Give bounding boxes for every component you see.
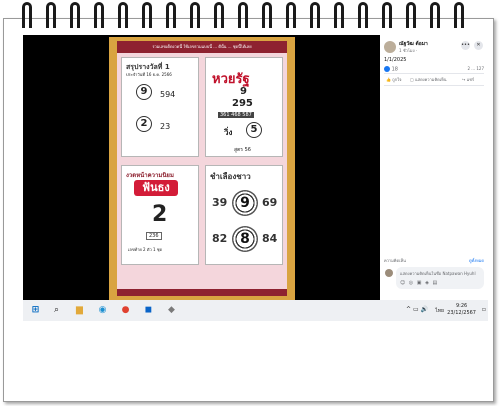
video-player[interactable]: รวมเลขเด็ดงวดนี้ ใช้เลขรวมแบบนี้ ... ดีน… <box>23 35 380 300</box>
small-number: 236 <box>146 232 162 240</box>
search-icon[interactable]: ⌕ <box>50 304 63 317</box>
ring-icon <box>190 2 200 28</box>
divider <box>384 85 484 86</box>
card-summary: สรุปรางวัลที่ 1 ประจำวันที่ 16 ธ.ค. 2566… <box>121 57 199 157</box>
language-indicator[interactable]: ไทย <box>435 307 444 315</box>
poster-body: รวมเลขเด็ดงวดนี้ ใช้เลขรวมแบบนี้ ... ดีน… <box>117 41 287 296</box>
close-icon[interactable]: ✕ <box>474 41 483 50</box>
more-options-icon[interactable]: ••• <box>461 41 470 50</box>
number-left: 82 <box>212 232 228 245</box>
file-explorer-icon[interactable]: ▆ <box>73 304 86 317</box>
ring-icon <box>358 2 368 28</box>
side-label: วิ่ง <box>224 128 233 137</box>
sun-number: 9 <box>232 190 258 216</box>
screenshot: รวมเลขเด็ดงวดนี้ ใช้เลขรวมแบบนี้ ... ดีน… <box>23 35 488 321</box>
app-icon[interactable]: ◆ <box>165 304 178 317</box>
reactions[interactable]: 18 <box>384 66 398 73</box>
ring-icon <box>118 2 128 28</box>
card-glance: ชำเลืองชาว 39 9 69 82 8 84 <box>205 165 283 265</box>
number-circle: 5 <box>246 122 262 138</box>
ring-icon <box>310 2 320 28</box>
taskbar: ⊞ ⌕ ▆ ◉ ● ◼ ◆ ^ ▭ 🔊 ไทย 9:26 23/12/2567 … <box>23 300 488 321</box>
ring-icon <box>94 2 104 28</box>
ring-icon <box>70 2 80 28</box>
comment-placeholder: แสดงความคิดเห็นในชื่อ Natpawan Hyuhl <box>400 271 476 276</box>
tray-arrow-icon[interactable]: ^ <box>406 306 411 313</box>
card-popular: งวดหน้าความนิยม ฟันธง 2 236 เลขท้าย 2 ตั… <box>121 165 199 265</box>
system-tray[interactable]: ^ ▭ 🔊 <box>406 306 428 313</box>
ring-icon <box>262 2 272 28</box>
ring-icon <box>406 2 416 28</box>
clock-date: 23/12/2567 <box>447 310 476 316</box>
comment-tools[interactable]: ☺ ◎ ▣ ◈ ▤ <box>400 280 438 286</box>
card-date: ประจำวันที่ 16 ธ.ค. 2566 <box>126 72 172 77</box>
avatar <box>385 269 393 277</box>
like-icon <box>384 66 390 72</box>
ring-icon <box>142 2 152 28</box>
post-meta: 1 ชั่วโมง · <box>399 48 418 53</box>
comments-heading[interactable]: ความคิดเห็น <box>384 257 406 264</box>
card-footnote: สูตร 56 <box>234 147 251 153</box>
edge-icon[interactable]: ◉ <box>96 304 109 317</box>
page: รวมเลขเด็ดงวดนี้ ใช้เลขรวมแบบนี้ ... ดีน… <box>0 0 500 406</box>
number-left: 39 <box>212 196 228 209</box>
reaction-count: 18 <box>391 66 398 73</box>
number-circle: 9 <box>136 84 152 100</box>
ring-icon <box>46 2 56 28</box>
comment-input[interactable]: แสดงความคิดเห็นในชื่อ Natpawan Hyuhl ☺ ◎… <box>396 267 484 289</box>
poster-footer <box>117 289 287 296</box>
ring-icon <box>454 2 464 28</box>
number-right: 84 <box>262 232 278 245</box>
card-government-lottery: หวยรัฐ 9 295 361 468 587 วิ่ง 5 สูตร 56 <box>205 57 283 157</box>
card-footnote: เลขท้าย 2 ตัว 1 ชุด <box>128 247 163 252</box>
badge: ฟันธง <box>134 180 178 196</box>
share-label: แชร์ <box>466 77 475 82</box>
ring-icon <box>334 2 344 28</box>
big-digit: 2 <box>152 202 168 227</box>
chrome-icon[interactable]: ● <box>119 304 132 317</box>
card-title: งวดหน้าความนิยม <box>126 172 174 179</box>
card-title: ชำเลืองชาว <box>210 172 251 181</box>
ring-icon <box>382 2 392 28</box>
number-value: 23 <box>160 122 171 131</box>
ring-icon <box>22 2 32 28</box>
number-value: 594 <box>160 90 176 99</box>
notification-icon[interactable]: ▫ <box>482 306 486 313</box>
comment-label: แสดงความคิดเห็น <box>415 77 447 82</box>
poster-banner: รวมเลขเด็ดงวดนี้ ใช้เลขรวมแบบนี้ ... ดีน… <box>117 41 287 53</box>
sun-number: 8 <box>232 226 258 252</box>
number-right: 69 <box>262 196 278 209</box>
clock[interactable]: 9:26 23/12/2567 <box>447 303 476 317</box>
top-digit: 9 <box>240 86 247 97</box>
comment-button[interactable]: ▢ แสดงความคิดเห็น <box>410 76 446 83</box>
ring-icon <box>214 2 224 28</box>
facebook-post-panel: ณัฐวัฒ ต้อมา 1 ชั่วโมง · ••• ✕ 1/1/2025 … <box>380 35 488 300</box>
windows-icon[interactable]: ⊞ <box>29 304 42 317</box>
outlook-icon[interactable]: ◼ <box>142 304 155 317</box>
like-button[interactable]: 👍 ถูกใจ <box>386 76 401 83</box>
ring-icon <box>238 2 248 28</box>
lottery-poster: รวมเลขเด็ดงวดนี้ ใช้เลขรวมแบบนี้ ... ดีน… <box>109 37 295 300</box>
clock-time: 9:26 <box>455 303 468 309</box>
post-caption: 1/1/2025 <box>384 57 407 63</box>
share-button[interactable]: ↪ แชร์ <box>462 76 474 83</box>
spiral-binding <box>0 0 500 30</box>
avatar[interactable] <box>384 41 396 53</box>
small-row: 361 468 587 <box>218 112 254 118</box>
top-number: 295 <box>232 98 253 109</box>
ring-icon <box>430 2 440 28</box>
ring-icon <box>166 2 176 28</box>
ring-icon <box>286 2 296 28</box>
like-label: ถูกใจ <box>392 77 402 82</box>
divider <box>384 73 484 74</box>
number-circle: 2 <box>136 116 152 132</box>
view-all-link[interactable]: ดูทั้งหมด <box>469 257 484 264</box>
engagement-counts: 2 ... 127 <box>467 66 484 71</box>
